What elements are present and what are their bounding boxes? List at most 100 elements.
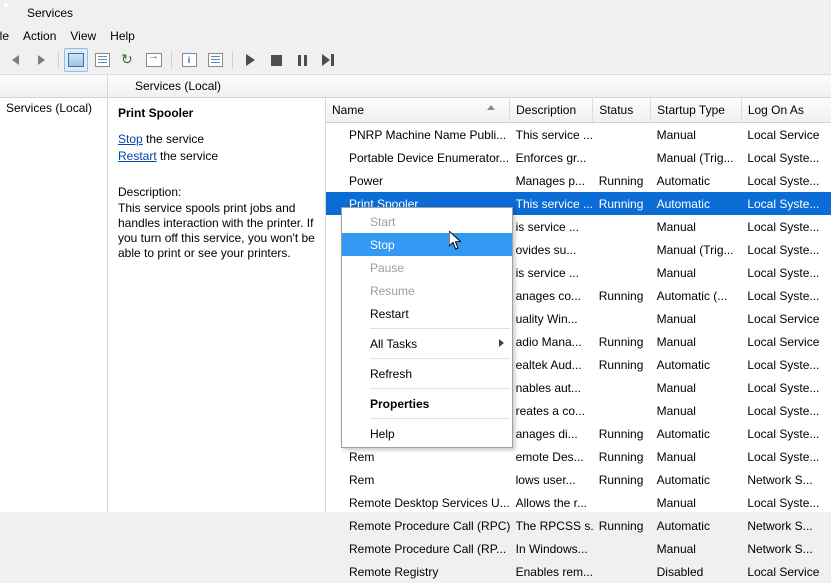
table-row[interactable]: Portable Device Enumerator... Enforces g… [326,146,831,169]
menu-view[interactable]: View [63,27,103,46]
context-refresh[interactable]: Refresh [342,362,512,385]
table-row[interactable]: Rem emote Des... Running Manual Local Sy… [326,445,831,468]
context-restart[interactable]: Restart [342,302,512,325]
cell-startup: Automatic [651,514,742,537]
cell-startup: Automatic [651,192,742,215]
column-startup-type[interactable]: Startup Type [651,98,742,123]
pause-service-button[interactable] [290,48,314,72]
context-properties[interactable]: Properties [342,392,512,415]
description-text: This service spools print jobs and handl… [118,201,315,261]
back-button[interactable] [3,48,27,72]
cell-description: emote Des... [510,445,593,468]
services-gear-icon [114,79,129,94]
show-hide-console-tree-button[interactable] [64,48,88,72]
description-label: Description: [118,185,315,199]
cell-startup: Manual [651,307,742,330]
stop-the-service-link[interactable]: Stop [118,132,143,146]
restart-the-service-row: Restart the service [118,149,315,163]
cell-status: Running [593,169,651,192]
cell-status [593,399,651,422]
table-row[interactable]: PNRP Machine Name Publi... This service … [326,123,831,147]
export-list-button[interactable] [90,48,114,72]
cell-startup: Disabled [651,560,742,583]
cell-description: reates a co... [510,399,593,422]
cell-description: In Windows... [510,537,593,560]
context-pause[interactable]: Pause [342,256,512,279]
cell-startup: Automatic [651,169,742,192]
service-gear-icon [332,174,345,187]
service-name-text: Rem [349,473,374,487]
cell-status: Running [593,445,651,468]
cell-description: The RPCSS s... [510,514,593,537]
stop-service-button[interactable] [264,48,288,72]
table-row[interactable]: Rem lows user... Running Automatic Netwo… [326,468,831,491]
cell-name: PNRP Machine Name Publi... [326,123,510,147]
column-name[interactable]: Name [326,98,510,123]
cell-logon: Network S... [741,468,831,491]
column-status[interactable]: Status [593,98,651,123]
forward-button[interactable] [29,48,53,72]
service-name-text: Remote Procedure Call (RP... [349,542,506,556]
cell-status: Running [593,284,651,307]
properties-button[interactable] [203,48,227,72]
context-help[interactable]: Help [342,422,512,445]
details-pane-title: Services (Local) [135,79,221,93]
column-name-label: Name [332,103,364,117]
cell-name: Remote Registry [326,560,510,583]
restart-the-service-link[interactable]: Restart [118,149,157,163]
cell-description: Allows the r... [510,491,593,514]
table-row[interactable]: Remote Registry Enables rem... Disabled … [326,560,831,583]
cell-description: Manages p... [510,169,593,192]
help-button[interactable]: i [177,48,201,72]
properties-icon [208,53,223,67]
tree-item-services-local[interactable]: Services (Local) [0,98,107,118]
table-row[interactable]: Remote Procedure Call (RP... In Windows.… [326,537,831,560]
cell-startup: Manual [651,399,742,422]
context-resume[interactable]: Resume [342,279,512,302]
cell-startup: Manual [651,330,742,353]
column-description[interactable]: Description [510,98,593,123]
table-header-row: Name Description Status Startup Type Log… [326,98,831,123]
context-separator-3 [370,388,510,389]
cell-startup: Manual [651,215,742,238]
context-separator-1 [370,328,510,329]
context-stop[interactable]: Stop [342,233,512,256]
stop-the-service-row: Stop the service [118,132,315,146]
cell-status: Running [593,422,651,445]
cell-logon: Local Service [741,123,831,147]
play-icon [246,54,255,66]
chevron-right-icon [499,339,504,347]
start-service-button[interactable] [238,48,262,72]
cell-startup: Manual (Trig... [651,146,742,169]
cell-logon: Local Syste... [741,284,831,307]
cell-status [593,537,651,560]
cell-status [593,307,651,330]
selected-service-name: Print Spooler [118,106,315,120]
toolbar-separator-1 [58,51,59,69]
menu-help[interactable]: Help [103,27,142,46]
cell-logon: Local Service [741,307,831,330]
cell-logon: Local Syste... [741,353,831,376]
table-row[interactable]: Remote Desktop Services U... Allows the … [326,491,831,514]
cell-status [593,238,651,261]
cell-status: Running [593,353,651,376]
context-start[interactable]: Start [342,210,512,233]
menu-file[interactable]: ile [0,27,16,46]
cell-status [593,491,651,514]
refresh-button[interactable] [116,48,140,72]
cell-name: Rem [326,468,510,491]
cell-status: Running [593,192,651,215]
services-window: Services ile Action View Help i [0,0,831,512]
table-row[interactable]: Remote Procedure Call (RPC) The RPCSS s.… [326,514,831,537]
export-list-2-button[interactable] [142,48,166,72]
column-log-on-as[interactable]: Log On As [741,98,831,123]
context-separator-4 [370,418,510,419]
context-all-tasks[interactable]: All Tasks [342,332,512,355]
menu-action[interactable]: Action [16,27,63,46]
cell-startup: Manual [651,537,742,560]
cell-logon: Local Syste... [741,238,831,261]
restart-service-button[interactable] [316,48,340,72]
cell-description: anages co... [510,284,593,307]
service-gear-icon [332,565,345,578]
table-row[interactable]: Power Manages p... Running Automatic Loc… [326,169,831,192]
